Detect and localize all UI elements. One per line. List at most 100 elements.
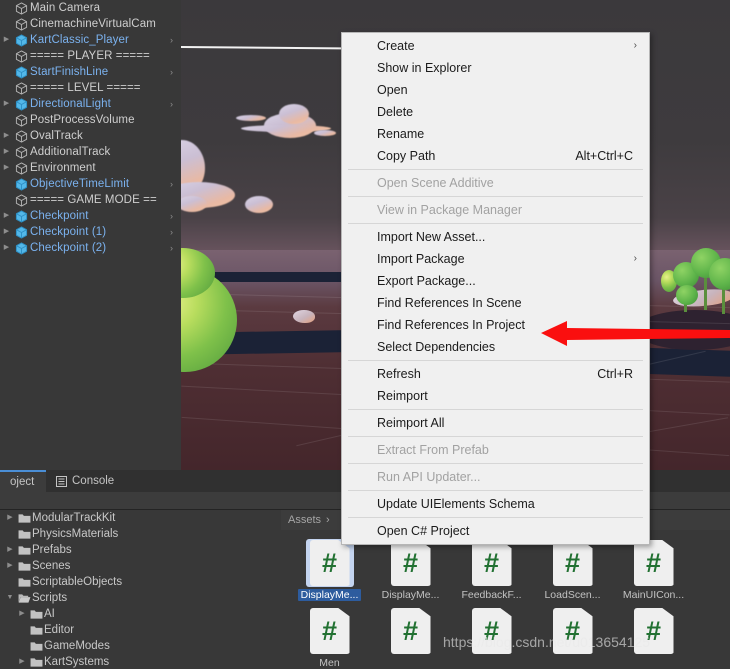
project-tree-item[interactable]: ▶ PhysicsMaterials [0, 526, 279, 542]
project-tree-item[interactable]: ▶ Prefabs [0, 542, 279, 558]
hierarchy-item[interactable]: ▶ Checkpoint (1) › [0, 224, 181, 240]
project-tree-item[interactable]: ▶ GameModes [0, 638, 279, 654]
hierarchy-item[interactable]: ▶ Main Camera [0, 0, 181, 16]
project-tree-item[interactable]: ▶ AI [0, 606, 279, 622]
context-menu-item[interactable]: Show in Explorer [342, 57, 649, 79]
hierarchy-item-label: Main Camera [30, 2, 101, 14]
project-tree-item[interactable]: ▶ ScriptableObjects [0, 574, 279, 590]
gameobject-cube-icon [13, 193, 30, 207]
prefab-open-arrow-icon[interactable]: › [170, 32, 173, 48]
breadcrumb-item-assets[interactable]: Assets [288, 514, 321, 526]
foldout-spacer: ▶ [0, 48, 13, 64]
asset-grid-item[interactable]: # Men [289, 603, 370, 669]
context-menu-item[interactable]: Create › [342, 35, 649, 57]
hierarchy-item[interactable]: ▶ OvalTrack [0, 128, 181, 144]
context-menu-item[interactable]: Select Dependencies [342, 336, 649, 358]
hierarchy-item[interactable]: ▶ ObjectiveTimeLimit › [0, 176, 181, 192]
gameobject-cube-icon [13, 49, 30, 63]
asset-grid-item[interactable]: # DisplayMe... [289, 535, 370, 603]
hierarchy-item[interactable]: ▶ KartClassic_Player › [0, 32, 181, 48]
foldout-arrow-icon[interactable]: ▶ [0, 208, 13, 224]
context-menu-item[interactable]: Import Package › [342, 248, 649, 270]
project-tree-item[interactable]: ▶ Scenes [0, 558, 279, 574]
context-menu-item[interactable]: Rename [342, 123, 649, 145]
hierarchy-item-label: Checkpoint (1) [30, 226, 107, 238]
project-tree-item[interactable]: ▶ KartSystems [0, 654, 279, 669]
foldout-arrow-icon[interactable]: ▶ [16, 654, 28, 669]
foldout-arrow-icon[interactable]: ▶ [4, 542, 16, 558]
asset-grid-item[interactable]: # [451, 603, 532, 669]
context-menu-item[interactable]: Open [342, 79, 649, 101]
hierarchy-panel[interactable]: ▶ Main Camera ▶ CinemachineVirtualCam ▶ KartC… [0, 0, 181, 470]
hierarchy-item[interactable]: ▶ Checkpoint (2) › [0, 240, 181, 256]
hierarchy-item[interactable]: ▶ ===== PLAYER ===== [0, 48, 181, 64]
context-menu-item[interactable]: Update UIElements Schema [342, 493, 649, 515]
asset-context-menu[interactable]: Create › Show in Explorer Open Delete Rename C… [341, 32, 650, 545]
context-menu-item[interactable]: Find References In Scene [342, 292, 649, 314]
prefab-cube-icon [13, 225, 30, 239]
csharp-script-icon: # [390, 540, 431, 586]
foldout-arrow-icon[interactable]: ▶ [0, 32, 13, 48]
asset-grid-item[interactable]: # FeedbackF... [451, 535, 532, 603]
project-tree-item[interactable]: ▶ Editor [0, 622, 279, 638]
foldout-arrow-icon[interactable]: ▶ [4, 558, 16, 574]
cloud-shape [279, 104, 309, 124]
context-menu-item-label: Find References In Scene [377, 296, 522, 310]
context-menu-item[interactable]: Reimport [342, 385, 649, 407]
asset-thumbnail: # [630, 539, 678, 587]
prefab-open-arrow-icon[interactable]: › [170, 240, 173, 256]
context-menu-item[interactable]: Copy Path Alt+Ctrl+C [342, 145, 649, 167]
foldout-arrow-icon[interactable]: ▶ [0, 224, 13, 240]
foldout-arrow-icon[interactable]: ▶ [16, 606, 28, 622]
context-menu-item-label: Export Package... [377, 274, 476, 288]
asset-grid-item[interactable]: # LoadScen... [532, 535, 613, 603]
foldout-arrow-icon[interactable]: ▶ [0, 144, 13, 160]
project-folder-tree[interactable]: ▶ ModularTrackKit ▶ PhysicsMaterials ▶ Prefab… [0, 510, 279, 669]
hierarchy-item[interactable]: ▶ ===== LEVEL ===== [0, 80, 181, 96]
prefab-open-arrow-icon[interactable]: › [170, 176, 173, 192]
project-tree-item[interactable]: ▼ Scripts [0, 590, 279, 606]
asset-grid-item[interactable]: # MainUICon... [613, 535, 694, 603]
context-menu-item[interactable]: Delete [342, 101, 649, 123]
menu-separator [348, 436, 643, 437]
foldout-arrow-icon[interactable]: ▶ [0, 96, 13, 112]
hierarchy-item[interactable]: ▶ Checkpoint › [0, 208, 181, 224]
context-menu-item-label: Extract From Prefab [377, 443, 489, 457]
foldout-arrow-icon[interactable]: ▼ [4, 590, 16, 606]
gameobject-cube-icon [13, 145, 30, 159]
prefab-open-arrow-icon[interactable]: › [170, 208, 173, 224]
hierarchy-item-label: Environment [30, 162, 96, 174]
hierarchy-item[interactable]: ▶ PostProcessVolume [0, 112, 181, 128]
asset-grid-item[interactable]: # [532, 603, 613, 669]
tab-console[interactable]: Console [46, 470, 124, 492]
asset-grid-item[interactable]: # [613, 603, 694, 669]
foldout-arrow-icon[interactable]: ▶ [0, 240, 13, 256]
context-menu-item[interactable]: Find References In Project [342, 314, 649, 336]
asset-grid[interactable]: # DisplayMe... # DisplayMe... # FeedbackF... #… [281, 531, 730, 669]
foldout-arrow-icon[interactable]: ▶ [0, 160, 13, 176]
context-menu-item[interactable]: Import New Asset... [342, 226, 649, 248]
folder-open-icon [16, 593, 32, 604]
context-menu-item[interactable]: Export Package... [342, 270, 649, 292]
project-tree-item[interactable]: ▶ ModularTrackKit [0, 510, 279, 526]
context-menu-item[interactable]: Open C# Project [342, 520, 649, 542]
hierarchy-item[interactable]: ▶ StartFinishLine › [0, 64, 181, 80]
tab-project[interactable]: oject [0, 470, 46, 492]
foldout-arrow-icon[interactable]: ▶ [4, 510, 16, 526]
prefab-open-arrow-icon[interactable]: › [170, 64, 173, 80]
console-icon [56, 475, 67, 487]
asset-grid-item[interactable]: # DisplayMe... [370, 535, 451, 603]
prefab-open-arrow-icon[interactable]: › [170, 224, 173, 240]
hierarchy-item[interactable]: ▶ AdditionalTrack [0, 144, 181, 160]
asset-grid-item[interactable]: # [370, 603, 451, 669]
hierarchy-item[interactable]: ▶ Environment [0, 160, 181, 176]
hierarchy-item-label: ===== PLAYER ===== [30, 50, 150, 62]
tree-foliage [676, 285, 698, 305]
prefab-open-arrow-icon[interactable]: › [170, 96, 173, 112]
foldout-arrow-icon[interactable]: ▶ [0, 128, 13, 144]
hierarchy-item[interactable]: ▶ ===== GAME MODE == [0, 192, 181, 208]
context-menu-item[interactable]: Reimport All [342, 412, 649, 434]
hierarchy-item[interactable]: ▶ DirectionalLight › [0, 96, 181, 112]
hierarchy-item[interactable]: ▶ CinemachineVirtualCam [0, 16, 181, 32]
context-menu-item[interactable]: Refresh Ctrl+R [342, 363, 649, 385]
